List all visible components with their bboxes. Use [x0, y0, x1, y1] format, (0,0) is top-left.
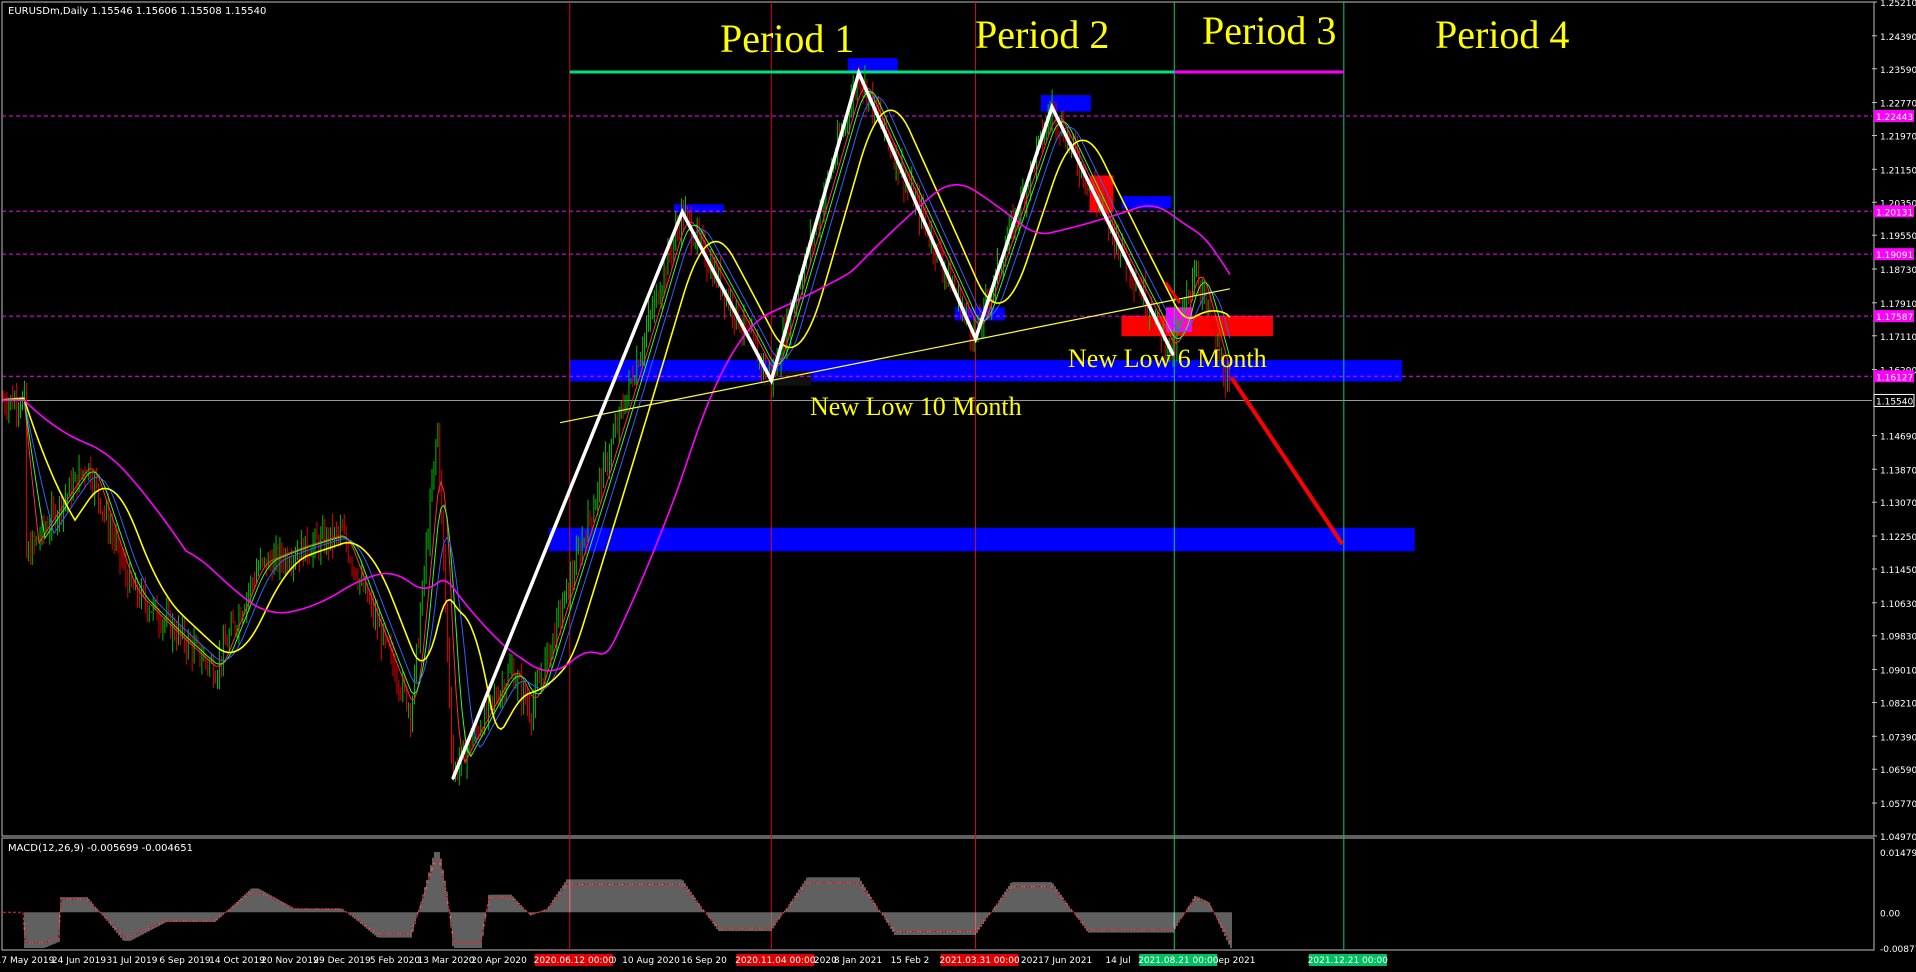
x-tick-label: 6 Sep 2019	[159, 956, 211, 966]
vline-label: 2021.08.21 00:00	[1138, 956, 1219, 966]
y-tick-label: 1.08210	[1880, 699, 1916, 709]
vline-label: 2020.11.04 00:00	[735, 956, 816, 966]
y-tick-label: 1.11450	[1880, 566, 1916, 576]
zigzag-point-4	[974, 337, 978, 341]
price-marker-label: 1.16127	[1876, 373, 1913, 383]
x-tick-label: 31 Jul 2019	[107, 956, 158, 966]
x-tick-label: 15 Feb 2	[891, 956, 930, 966]
new-low-6-label: New Low 6 Month	[1068, 344, 1267, 373]
macd-y-tick: -0.008775	[1880, 945, 1916, 955]
x-tick-label: 16 Sep 20	[681, 956, 727, 966]
zigzag-point-2	[769, 378, 773, 382]
x-tick-label: 13 Mar 2020	[417, 956, 474, 966]
new-low-10-label: New Low 10 Month	[810, 392, 1022, 421]
zone-blue-0	[569, 360, 1403, 382]
macd-y-tick: 0.00	[1880, 909, 1900, 919]
x-tick-label: 5 Feb 2020	[370, 956, 421, 966]
y-tick-label: 1.19550	[1880, 232, 1916, 242]
y-tick-label: 1.04970	[1880, 833, 1916, 843]
x-tick-label: 29 Dec 2019	[313, 956, 371, 966]
zigzag-point-1	[680, 210, 684, 214]
y-tick-label: 1.22770	[1880, 100, 1916, 110]
price-marker-label: 1.20131	[1876, 208, 1913, 218]
y-tick-label: 1.10630	[1880, 600, 1916, 610]
y-tick-label: 1.09830	[1880, 633, 1916, 643]
x-tick-label: 14 Jul	[1105, 956, 1130, 966]
price-chart: 0.014792 0.00 -0.008775 1.25210 1.24390 1.235…	[0, 0, 1916, 972]
y-tick-label: 1.21970	[1880, 133, 1916, 143]
swing-block-2	[847, 58, 898, 73]
y-tick-label: 1.12250	[1880, 533, 1916, 543]
y-tick-label: 1.25210	[1880, 0, 1916, 9]
zigzag-point-3	[857, 71, 861, 75]
vline-label: 2021.03.31 00:00	[939, 956, 1020, 966]
vline-label: 2020.06.12 00:00	[534, 956, 615, 966]
y-tick-label: 1.17110	[1880, 333, 1916, 343]
x-tick-label: 20 Apr 2020	[471, 956, 527, 966]
y-tick-label: 1.18730	[1880, 266, 1916, 276]
period-4-label: Period 4	[1435, 12, 1569, 57]
y-tick-label: 1.21150	[1880, 166, 1916, 176]
y-tick-label: 1.06590	[1880, 766, 1916, 776]
price-marker-label: 1.17587	[1876, 313, 1913, 323]
macd-y-tick: 0.014792	[1880, 849, 1916, 859]
macd-info: MACD(12,26,9) -0.005699 -0.004651	[8, 843, 193, 854]
price-marker-label: 1.19091	[1876, 251, 1913, 261]
zigzag-point-5	[1050, 105, 1054, 109]
y-tick-label: 1.17910	[1880, 300, 1916, 310]
x-tick-label: 7 Jun 2021	[1044, 956, 1092, 966]
period-2-label: Period 2	[975, 12, 1109, 57]
x-tick-label: 20 Nov 2019	[261, 956, 319, 966]
price-marker-label: 1.22443	[1876, 113, 1913, 123]
symbol-info: EURUSDm,Daily 1.15546 1.15606 1.15508 1.…	[8, 6, 266, 17]
y-tick-label: 1.07390	[1880, 733, 1916, 743]
x-tick-label: 14 Oct 2019	[209, 956, 265, 966]
y-tick-label: 1.24390	[1880, 33, 1916, 43]
x-tick-label: 8 Jan 2021	[834, 956, 882, 966]
y-tick-label: 1.13870	[1880, 466, 1916, 476]
zigzag-point-0	[451, 776, 455, 780]
zone-red-2	[1121, 315, 1273, 337]
y-tick-label: 1.09010	[1880, 667, 1916, 677]
zone-blue-1	[548, 527, 1415, 552]
y-tick-label: 1.05770	[1880, 800, 1916, 810]
x-tick-label: 24 Jun 2019	[52, 956, 106, 966]
y-tick-label: 1.14690	[1880, 432, 1916, 442]
period-1-label: Period 1	[720, 16, 854, 61]
vline-label: 2021.12.21 00:00	[1308, 956, 1389, 966]
x-tick-label: 10 Aug 2020	[622, 956, 680, 966]
period-3-label: Period 3	[1202, 8, 1336, 53]
y-tick-label: 1.23590	[1880, 66, 1916, 76]
price-marker-label: 1.15540	[1876, 397, 1913, 407]
y-tick-label: 1.13070	[1880, 499, 1916, 509]
x-tick-label: 17 May 2019	[0, 956, 55, 966]
